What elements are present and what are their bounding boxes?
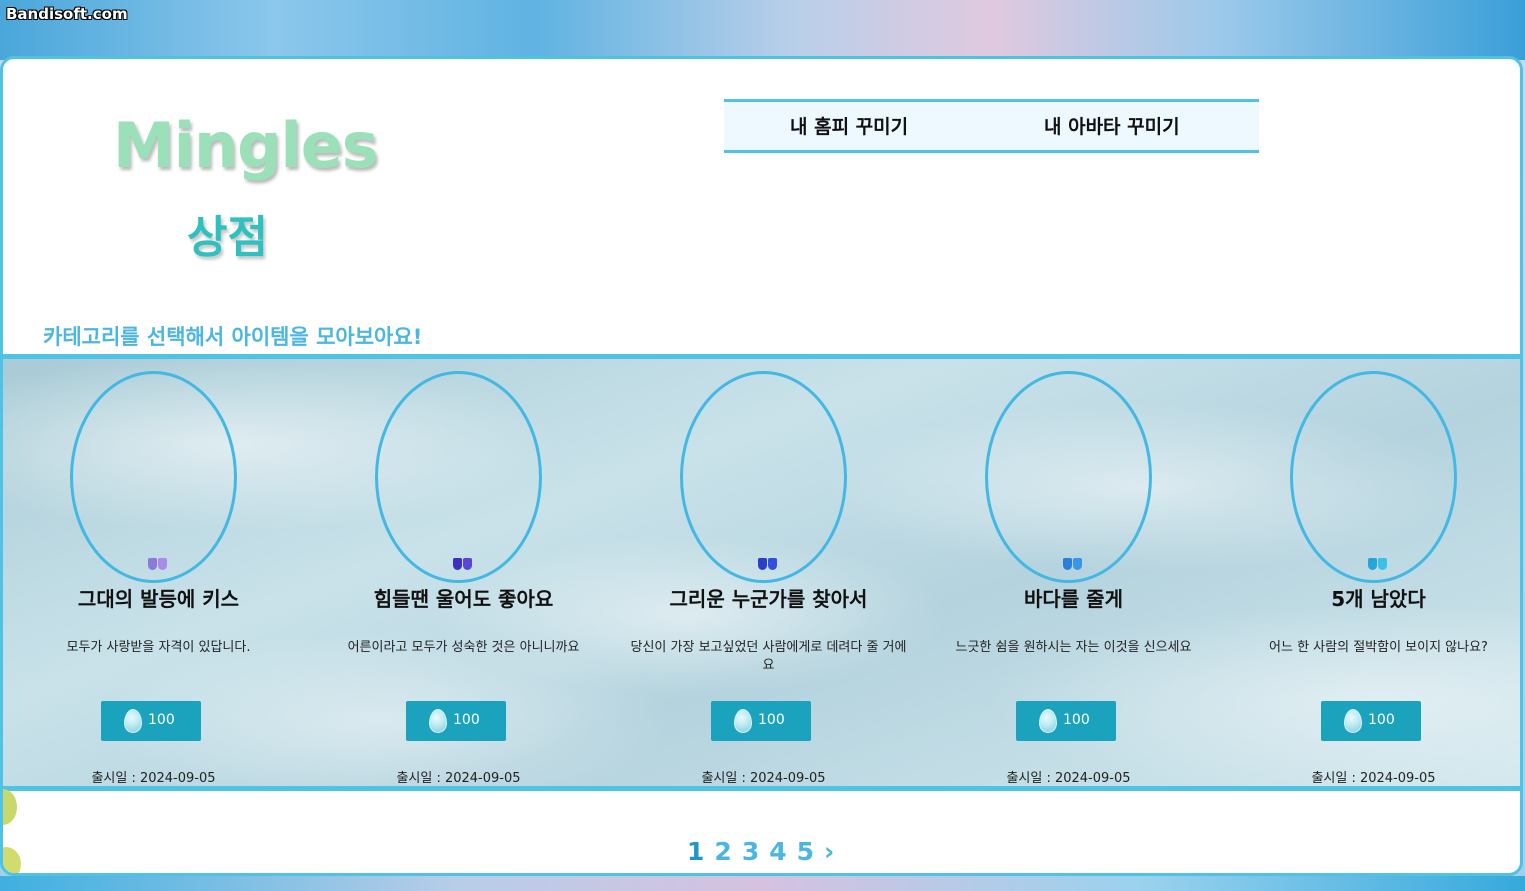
buy-button[interactable]: 100 bbox=[1016, 701, 1116, 741]
swim-fins-icon bbox=[147, 558, 169, 572]
buy-button[interactable]: 100 bbox=[1321, 701, 1421, 741]
page-4[interactable]: 4 bbox=[769, 837, 786, 866]
swim-fins-icon bbox=[1062, 558, 1084, 572]
background-bottom bbox=[0, 876, 1525, 891]
item-price: 100 bbox=[148, 712, 175, 728]
item-name: 그리운 누군가를 찾아서 bbox=[669, 587, 868, 611]
buy-button[interactable]: 100 bbox=[101, 701, 201, 741]
shop-panel: Mingles 상점 내 홈피 꾸미기 내 아바타 꾸미기 카테고리를 선택해서… bbox=[0, 56, 1523, 876]
item-description: 모두가 사랑받을 자격이 있답니다. bbox=[66, 640, 251, 655]
page-3[interactable]: 3 bbox=[742, 837, 759, 866]
item-description: 당신이 가장 보고싶었던 사람에게로 데려다 줄 거에요 bbox=[630, 640, 907, 673]
item-shelf: 그대의 발등에 키스 모두가 사랑받을 자격이 있답니다. 100 출시일 : … bbox=[3, 354, 1520, 791]
swim-fins-icon bbox=[452, 558, 474, 572]
egg-currency-icon bbox=[734, 709, 752, 733]
release-date: 출시일 : 2024-09-05 bbox=[91, 771, 216, 786]
background-sky bbox=[0, 0, 1525, 60]
logo[interactable]: Mingles bbox=[113, 109, 379, 182]
item-price: 100 bbox=[1063, 712, 1090, 728]
item-image-frame[interactable] bbox=[985, 371, 1152, 583]
item-name: 힘들땐 울어도 좋아요 bbox=[373, 587, 554, 611]
swim-fins-icon bbox=[757, 558, 779, 572]
next-page-icon[interactable]: › bbox=[824, 837, 834, 866]
item-price: 100 bbox=[758, 712, 785, 728]
release-date: 출시일 : 2024-09-05 bbox=[701, 771, 826, 786]
item-image-frame[interactable] bbox=[70, 371, 237, 583]
item-name: 5개 남았다 bbox=[1331, 587, 1426, 611]
item-card[interactable]: 힘들땐 울어도 좋아요 어른이라고 모두가 성숙한 것은 아니니까요 100 출… bbox=[311, 359, 616, 786]
item-name: 그대의 발등에 키스 bbox=[77, 587, 240, 611]
page-title: 상점 bbox=[187, 212, 268, 263]
egg-currency-icon bbox=[124, 709, 142, 733]
egg-currency-icon bbox=[429, 709, 447, 733]
egg-currency-icon bbox=[1344, 709, 1362, 733]
item-name: 바다를 줄게 bbox=[1024, 587, 1123, 611]
item-card[interactable]: 5개 남았다 어느 한 사람의 절박함이 보이지 않나요? 100 출시일 : … bbox=[1226, 359, 1520, 786]
item-image-frame[interactable] bbox=[1290, 371, 1457, 583]
item-description: 어른이라고 모두가 성숙한 것은 아니니까요 bbox=[347, 640, 580, 655]
buy-button[interactable]: 100 bbox=[711, 701, 811, 741]
item-card[interactable]: 그리운 누군가를 찾아서 당신이 가장 보고싶었던 사람에게로 데려다 줄 거에… bbox=[616, 359, 921, 786]
buy-button[interactable]: 100 bbox=[406, 701, 506, 741]
item-description: 느긋한 쉼을 원하시는 자는 이것을 신으세요 bbox=[955, 640, 1192, 655]
category-hint: 카테고리를 선택해서 아이템을 모아보아요! bbox=[43, 325, 423, 349]
nav-home-decorate[interactable]: 내 홈피 꾸미기 bbox=[790, 112, 908, 139]
page-5[interactable]: 5 bbox=[797, 837, 814, 866]
swim-fins-icon bbox=[1367, 558, 1389, 572]
release-date: 출시일 : 2024-09-05 bbox=[396, 771, 521, 786]
creature-decoration bbox=[3, 789, 21, 873]
category-nav: 내 홈피 꾸미기 내 아바타 꾸미기 bbox=[724, 99, 1259, 153]
item-price: 100 bbox=[453, 712, 480, 728]
pagination: 1 2 3 4 5 › bbox=[687, 837, 834, 866]
page-2[interactable]: 2 bbox=[714, 837, 731, 866]
nav-avatar-decorate[interactable]: 내 아바타 꾸미기 bbox=[1044, 112, 1180, 139]
release-date: 출시일 : 2024-09-05 bbox=[1006, 771, 1131, 786]
item-description: 어느 한 사람의 절박함이 보이지 않나요? bbox=[1269, 640, 1488, 655]
item-image-frame[interactable] bbox=[375, 371, 542, 583]
item-price: 100 bbox=[1368, 712, 1395, 728]
egg-currency-icon bbox=[1039, 709, 1057, 733]
release-date: 출시일 : 2024-09-05 bbox=[1311, 771, 1436, 786]
item-card[interactable]: 바다를 줄게 느긋한 쉼을 원하시는 자는 이것을 신으세요 100 출시일 :… bbox=[921, 359, 1226, 786]
item-image-frame[interactable] bbox=[680, 371, 847, 583]
item-card[interactable]: 그대의 발등에 키스 모두가 사랑받을 자격이 있답니다. 100 출시일 : … bbox=[6, 359, 311, 786]
watermark: Bandisoft.com bbox=[6, 5, 128, 23]
page-1[interactable]: 1 bbox=[687, 837, 704, 866]
